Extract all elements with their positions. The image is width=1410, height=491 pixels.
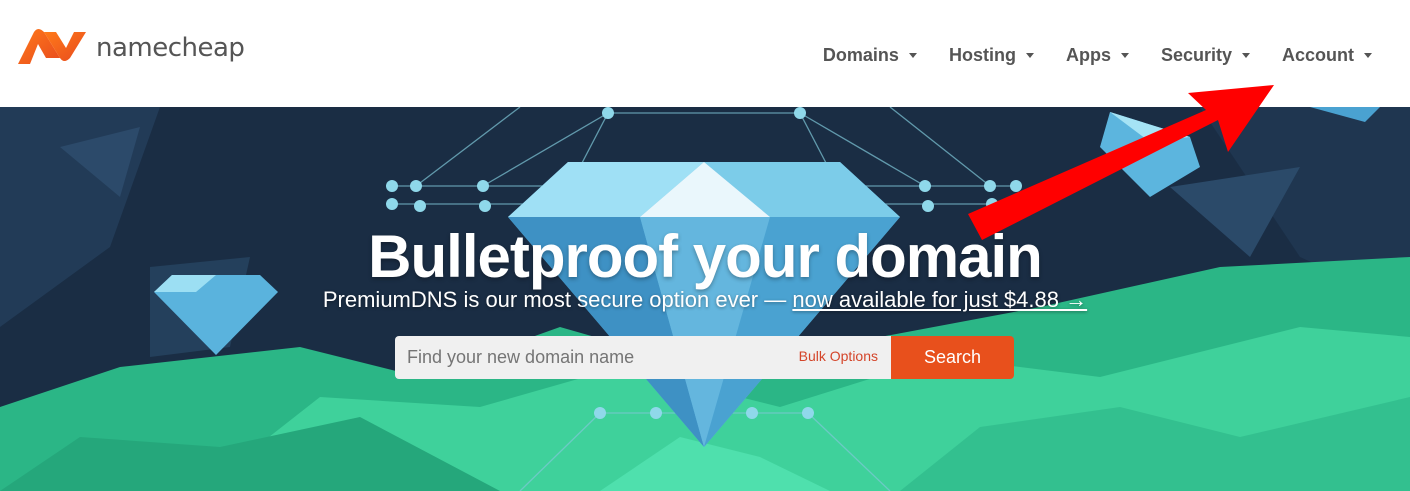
main-nav: Domains Hosting Apps Security Account xyxy=(807,45,1388,66)
brand-name: namecheap xyxy=(96,33,245,63)
nav-hosting-label: Hosting xyxy=(948,45,1016,65)
bulk-options-link[interactable]: Bulk Options xyxy=(799,348,878,364)
nav-apps-label: Apps xyxy=(1065,45,1111,65)
caret-down-icon xyxy=(908,53,917,58)
nav-domains[interactable]: Domains xyxy=(807,45,933,66)
nav-account[interactable]: Account xyxy=(1266,45,1388,66)
nav-security-label: Security xyxy=(1160,45,1232,65)
hero-banner: Bulletproof your domain PremiumDNS is ou… xyxy=(0,107,1410,491)
nav-domains-label: Domains xyxy=(822,45,899,65)
caret-down-icon xyxy=(1242,53,1250,58)
site-header: namecheap Domains Hosting Apps Security … xyxy=(0,0,1410,107)
premiumdns-link[interactable]: now available for just $4.88 → xyxy=(792,287,1087,312)
caret-down-icon xyxy=(1120,53,1129,58)
caret-down-icon xyxy=(1364,53,1372,58)
logo[interactable]: namecheap xyxy=(16,28,245,68)
nav-account-label: Account xyxy=(1282,45,1354,65)
nav-apps[interactable]: Apps xyxy=(1050,45,1145,66)
nav-security[interactable]: Security xyxy=(1145,45,1266,66)
hero-subline-text: PremiumDNS is our most secure option eve… xyxy=(322,287,793,312)
domain-search: Bulk Options Search xyxy=(395,336,1014,379)
hero-subline: PremiumDNS is our most secure option eve… xyxy=(0,287,1410,313)
nav-hosting[interactable]: Hosting xyxy=(933,45,1050,66)
search-button[interactable]: Search xyxy=(891,336,1014,379)
hero-headline: Bulletproof your domain xyxy=(368,223,1043,290)
namecheap-logo-icon xyxy=(18,29,86,64)
caret-down-icon xyxy=(1025,53,1034,58)
